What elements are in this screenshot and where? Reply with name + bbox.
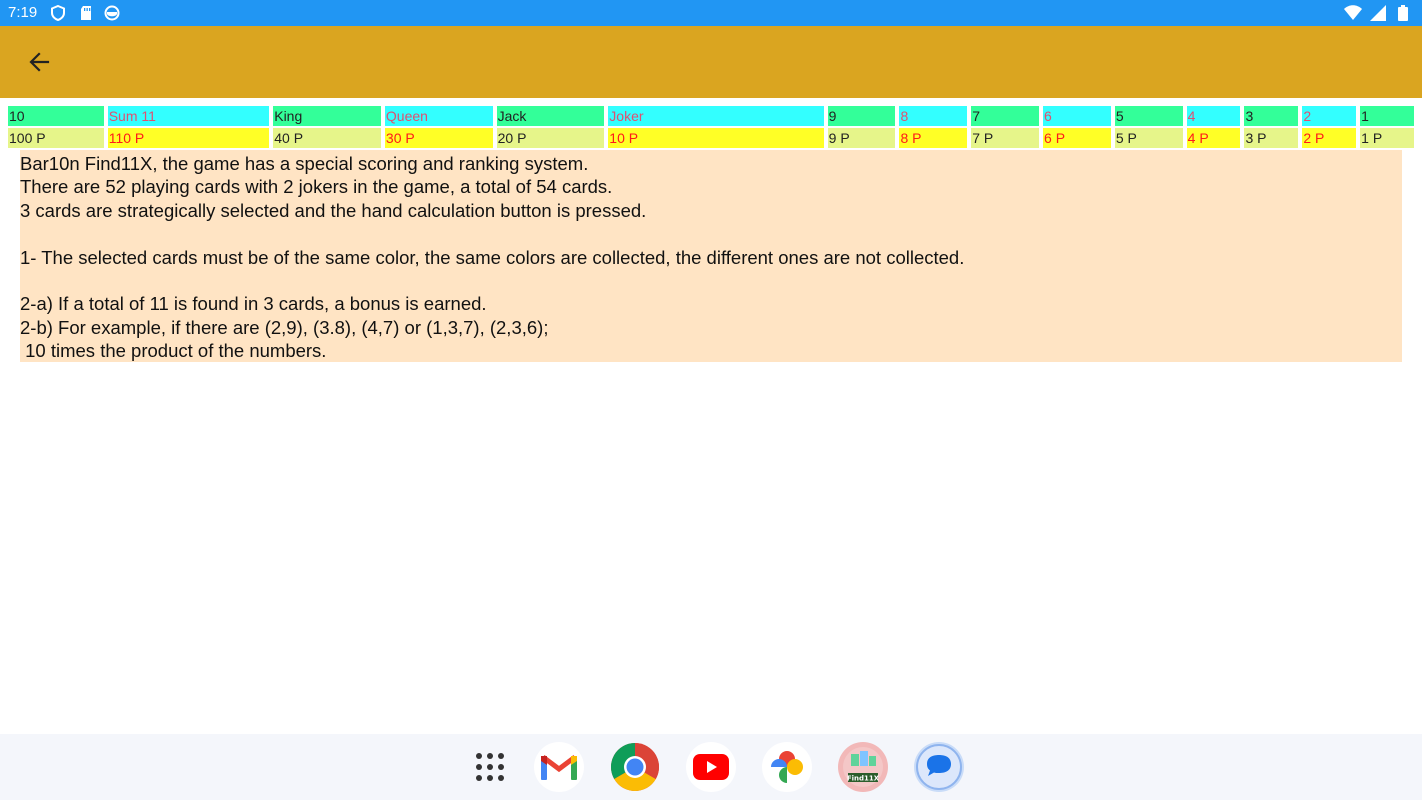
youtube-icon[interactable]: [686, 742, 736, 792]
score-column: 33 P: [1244, 106, 1299, 148]
card-points: 10 P: [608, 128, 824, 148]
card-points: 1 P: [1360, 128, 1415, 148]
messages-glyph: [916, 744, 962, 790]
card-points: 9 P: [827, 128, 896, 148]
card-label: 5: [1114, 106, 1183, 126]
card-points: 20 P: [496, 128, 605, 148]
card-label: 10: [8, 106, 104, 126]
card-points: 40 P: [273, 128, 381, 148]
score-column: 10 100 P: [8, 106, 104, 148]
score-column: Jack 20 P: [496, 106, 605, 148]
card-label: 9: [827, 106, 896, 126]
battery-icon: [1398, 5, 1408, 21]
card-label: 4: [1186, 106, 1241, 126]
gmail-icon[interactable]: [534, 742, 584, 792]
find11x-glyph: Find11X: [843, 747, 883, 787]
card-points: 110 P: [107, 128, 270, 148]
card-points: 7 P: [971, 128, 1040, 148]
score-column: 44 P: [1186, 106, 1241, 148]
card-label: Joker: [608, 106, 824, 126]
score-column: Queen 30 P: [384, 106, 493, 148]
score-column: 11 P: [1360, 106, 1415, 148]
signal-icon: [1370, 5, 1386, 21]
shield-icon: [51, 5, 65, 21]
score-column: Sum 11 110 P: [107, 106, 270, 148]
score-column: 66 P: [1043, 106, 1111, 148]
sync-icon: [104, 5, 120, 21]
card-label: King: [273, 106, 381, 126]
card-points: 3 P: [1244, 128, 1299, 148]
score-table: 10 100 P Sum 11 110 P King 40 P Queen 30 P Jack 2…: [8, 106, 1415, 148]
card-points: 4 P: [1186, 128, 1241, 148]
app-bar: [0, 26, 1422, 98]
gmail-glyph: [541, 755, 577, 780]
card-points: 8 P: [899, 128, 968, 148]
card-points: 6 P: [1043, 128, 1111, 148]
messages-icon[interactable]: [914, 742, 964, 792]
score-column: 22 P: [1302, 106, 1357, 148]
card-points: 5 P: [1114, 128, 1183, 148]
wifi-icon: [1344, 5, 1362, 20]
score-column: 55 P: [1114, 106, 1183, 148]
photos-glyph: [771, 751, 803, 783]
chrome-glyph: [610, 743, 660, 792]
card-label: 7: [971, 106, 1040, 126]
score-column: 77 P: [971, 106, 1040, 148]
taskbar: Find11X: [0, 734, 1422, 800]
score-column: King 40 P: [273, 106, 381, 148]
card-label: 1: [1360, 106, 1415, 126]
card-label: 8: [899, 106, 968, 126]
card-points: 100 P: [8, 128, 104, 148]
card-label: 2: [1302, 106, 1357, 126]
card-label: 3: [1244, 106, 1299, 126]
status-time: 7:19: [8, 4, 38, 21]
card-label: Queen: [384, 106, 493, 126]
status-bar: 7:19: [0, 0, 1422, 26]
sd-card-icon: [81, 6, 91, 20]
score-column: 88 P: [899, 106, 968, 148]
app-drawer-icon[interactable]: [465, 742, 515, 792]
card-label: Jack: [496, 106, 605, 126]
card-label: 6: [1043, 106, 1111, 126]
find11x-label: Find11X: [847, 775, 880, 783]
arrow-back-icon[interactable]: [24, 48, 56, 76]
rules-text: Bar10n Find11X, the game has a special s…: [20, 150, 1402, 362]
card-label: Sum 11: [107, 106, 270, 126]
card-points: 2 P: [1302, 128, 1357, 148]
card-points: 30 P: [384, 128, 493, 148]
find11x-icon[interactable]: Find11X: [838, 742, 888, 792]
score-column: 99 P: [827, 106, 896, 148]
youtube-glyph: [693, 754, 729, 780]
chrome-icon[interactable]: [610, 742, 660, 792]
photos-icon[interactable]: [762, 742, 812, 792]
score-column: Joker 10 P: [608, 106, 824, 148]
app-drawer-glyph: [476, 753, 504, 781]
